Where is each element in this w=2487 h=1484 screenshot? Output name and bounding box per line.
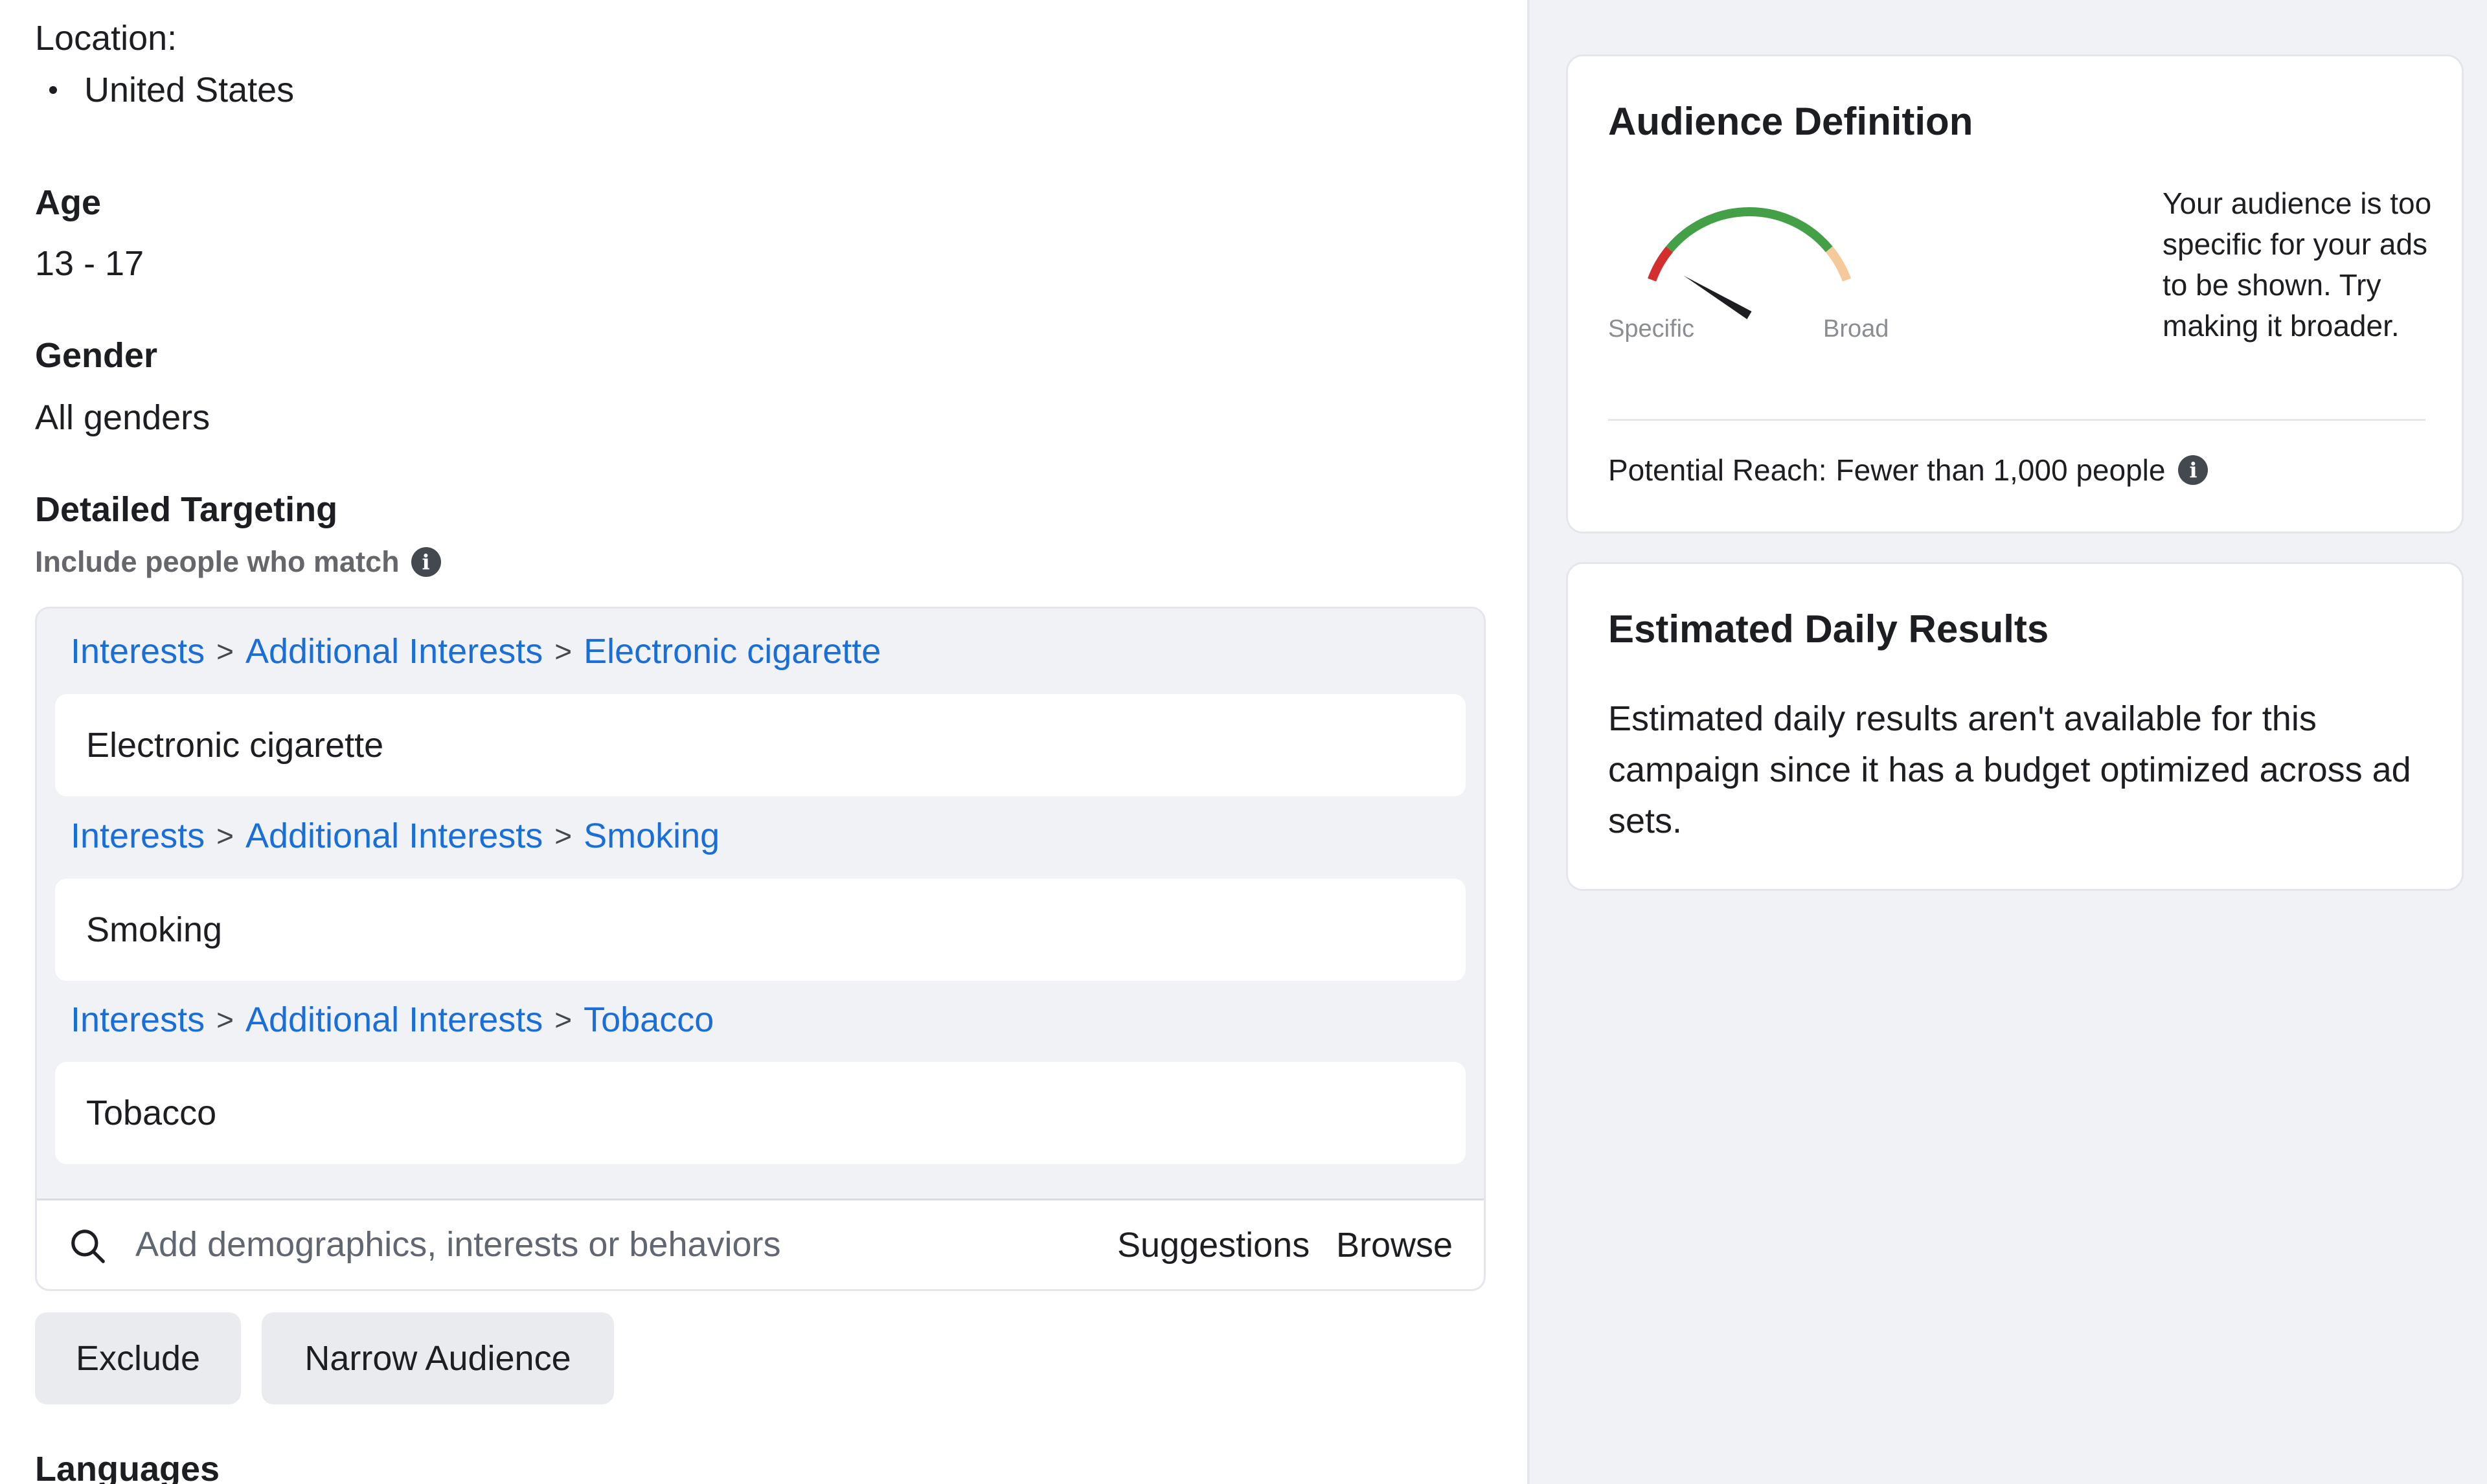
breadcrumb-link-additional-interests[interactable]: Additional Interests [245,1000,543,1040]
narrow-audience-button[interactable]: Narrow Audience [262,1312,614,1404]
potential-reach-row: Potential Reach: Fewer than 1,000 people… [1608,453,2209,488]
targeting-search-input[interactable] [135,1219,1042,1270]
bullet-icon [49,86,57,94]
gender-value: All genders [35,398,210,437]
include-label-row: Include people who match i [35,545,441,579]
breadcrumb-separator: > [216,819,234,853]
interest-item[interactable]: Tobacco [55,1062,1466,1164]
interest-breadcrumb: Interests > Additional Interests > Elect… [71,631,881,671]
browse-button[interactable]: Browse [1336,1225,1453,1265]
gauge-segment-middle [1666,207,1833,253]
gauge-segment-specific [1648,246,1674,282]
location-list: United States [35,70,294,110]
interest-item-label: Tobacco [86,1094,217,1132]
breadcrumb-link-interests[interactable]: Interests [71,816,205,856]
search-icon [71,1230,105,1263]
detailed-targeting-box: Interests > Additional Interests > Elect… [35,607,1486,1291]
gender-label: Gender [35,336,158,375]
info-icon[interactable]: i [2178,455,2209,485]
breadcrumb-separator: > [554,635,573,668]
breadcrumb-link-interests[interactable]: Interests [71,631,205,671]
info-icon[interactable]: i [411,547,441,577]
gauge-needle [1683,275,1752,319]
audience-summary-panel: Audience Definition Specific Broad Your … [1530,0,2487,1484]
location-item: United States [35,70,294,110]
audience-gauge [1648,207,1851,319]
interest-breadcrumb: Interests > Additional Interests > Smoki… [71,816,720,856]
gauge-broad-label: Broad [1823,315,1889,343]
audience-definition-title: Audience Definition [1608,100,1973,143]
age-value: 13 - 17 [35,244,144,283]
languages-label: Languages [35,1450,220,1484]
breadcrumb-separator: > [216,1003,234,1037]
breadcrumb-link-interests[interactable]: Interests [71,1000,205,1040]
breadcrumb-separator: > [554,1003,573,1037]
detailed-targeting-label: Detailed Targeting [35,490,338,529]
breadcrumb-link-interest[interactable]: Tobacco [584,1000,714,1040]
exclude-button[interactable]: Exclude [35,1312,241,1404]
interest-item[interactable]: Smoking [55,879,1466,981]
breadcrumb-link-additional-interests[interactable]: Additional Interests [245,631,543,671]
include-label: Include people who match [35,545,400,578]
estimated-daily-results-text: Estimated daily results aren't available… [1608,699,2411,840]
estimated-daily-results-card: Estimated Daily Results Estimated daily … [1566,562,2464,891]
interest-breadcrumb: Interests > Additional Interests > Tobac… [71,1000,714,1040]
potential-reach-label: Potential Reach: [1608,453,1827,487]
gauge-segment-broad [1825,246,1851,282]
estimated-daily-results-title: Estimated Daily Results [1608,607,2049,651]
suggestions-button[interactable]: Suggestions [1117,1225,1310,1265]
potential-reach-value: Fewer than 1,000 people [1835,453,2166,487]
breadcrumb-separator: > [554,819,573,853]
targeting-panel: Location: United States Age 13 - 17 Gend… [0,0,1527,1484]
age-label: Age [35,183,102,222]
interest-item-label: Smoking [86,910,223,949]
card-divider [1608,419,2425,421]
breadcrumb-link-interest[interactable]: Electronic cigarette [584,631,881,671]
targeting-search-bar: Suggestions Browse [37,1198,1484,1289]
breadcrumb-link-additional-interests[interactable]: Additional Interests [245,816,543,856]
interest-item[interactable]: Electronic cigarette [55,694,1466,796]
location-label: Location: [35,19,177,58]
gauge-specific-label: Specific [1608,315,1695,343]
location-item-label: United States [84,71,295,109]
breadcrumb-link-interest[interactable]: Smoking [584,816,720,856]
audience-definition-card: Audience Definition Specific Broad Your … [1566,54,2464,534]
interest-item-label: Electronic cigarette [86,726,384,765]
audience-status-message: Your audience is too specific for your a… [2163,186,2432,343]
breadcrumb-separator: > [216,635,234,668]
